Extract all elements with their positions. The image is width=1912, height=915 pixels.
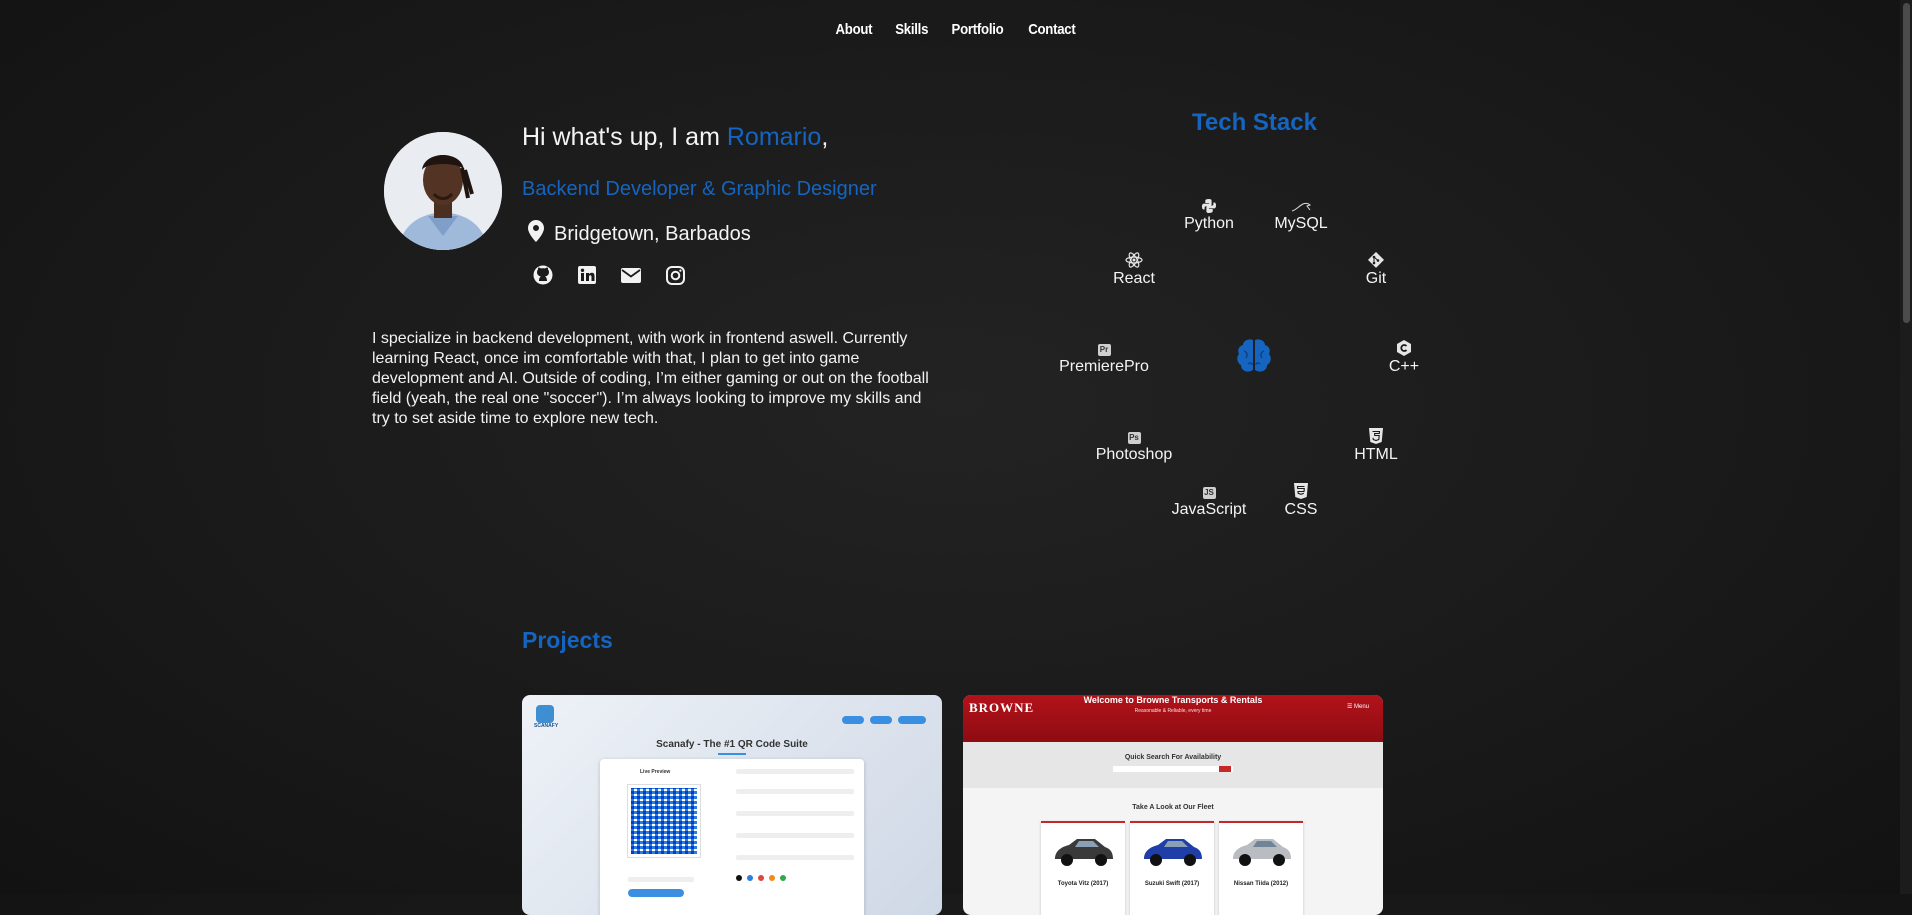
linkedin-icon[interactable] [575,263,599,287]
car-icon [1144,839,1202,866]
color-swatch [758,875,764,881]
location-pin-icon [528,220,544,248]
css-icon [1246,477,1356,499]
qr-code-icon [627,784,701,858]
form-field [736,855,854,860]
browne-search-button [1219,766,1231,772]
browne-fleet-title: Take A Look at Our Fleet [1132,804,1214,811]
github-icon[interactable] [531,263,555,287]
greeting-suffix: , [821,123,829,151]
tech-html: HTML [1321,422,1431,464]
nav-contact-link[interactable]: Contact [1028,21,1076,38]
tech-label: MySQL [1274,215,1328,232]
tech-photoshop: Ps Photoshop [1079,422,1189,464]
main-nav: About Skills Portfolio Contact [0,21,1912,38]
git-icon [1321,246,1431,268]
nav-about-link[interactable]: About [836,21,873,38]
car-card: Suzuki Swift (2017) [1130,821,1214,915]
form-field [736,833,854,838]
tech-stack-title: Tech Stack [1192,109,1317,136]
tech-label: C++ [1388,358,1420,375]
color-swatch [747,875,753,881]
social-links [531,263,687,287]
browne-header: BROWNE Welcome to Browne Transports & Re… [963,695,1383,742]
tech-react: React [1079,246,1189,288]
browne-title: Welcome to Browne Transports & Rentals [1083,695,1263,705]
color-swatch [736,875,742,881]
location: Bridgetown, Barbados [528,220,751,248]
car-card: Toyota Vitz (2017) [1041,821,1125,915]
form-field [736,811,854,816]
car-icon [1055,839,1113,866]
scanafy-heading-underline [718,753,746,755]
mysql-icon [1246,191,1356,213]
project-card-browne[interactable]: BROWNE Welcome to Browne Transports & Re… [963,695,1383,915]
color-swatch [769,875,775,881]
instagram-icon[interactable] [663,263,687,287]
nav-skills-link[interactable]: Skills [895,21,928,38]
cplusplus-icon [1349,334,1459,356]
tech-label: HTML [1354,446,1398,463]
tech-git: Git [1321,246,1431,288]
page-scrollbar[interactable] [1900,0,1912,894]
photoshop-icon: Ps [1127,432,1141,444]
email-icon[interactable] [619,263,643,287]
tech-cplusplus: C++ [1349,334,1459,376]
tech-label: Git [1365,270,1387,287]
tech-premierepro: Pr PremierePro [1049,334,1159,376]
nav-portfolio-link[interactable]: Portfolio [952,21,1004,38]
browne-menu: ☰ Menu [1346,704,1369,710]
tech-label: CSS [1284,501,1318,518]
car-card: Nissan Tiida (2012) [1219,821,1303,915]
scanafy-logo-text: SCANAFY [534,723,559,729]
html-icon [1321,422,1431,444]
role-subtitle: Backend Developer & Graphic Designer [522,178,877,200]
browne-search-form [1113,766,1233,772]
scanafy-panel-label: Live Preview [640,769,671,775]
form-field [736,769,854,774]
greeting-prefix: Hi what's up, I am [522,123,727,151]
bio-paragraph: I specialize in backend development, wit… [372,330,929,427]
form-field [628,877,694,882]
tech-mysql: MySQL [1246,191,1356,233]
scanafy-logo-icon [536,705,554,723]
scanafy-heading: Scanafy - The #1 QR Code Suite [656,739,808,750]
car-icon [1233,839,1291,866]
scanafy-nav-pill [842,716,864,724]
location-text: Bridgetown, Barbados [554,222,751,245]
car-name: Nissan Tiida (2012) [1233,881,1289,887]
greeting-heading: Hi what's up, I am Romario, [522,123,828,152]
project-card-scanafy[interactable]: SCANAFY Scanafy - The #1 QR Code Suite L… [522,695,942,915]
scanafy-download-button [628,889,684,897]
name-highlight: Romario [726,123,822,151]
car-name: Suzuki Swift (2017) [1144,881,1200,887]
scanafy-nav-pill [870,716,892,724]
browne-search-band [963,742,1383,788]
scrollbar-thumb[interactable] [1903,3,1910,323]
tech-label: React [1113,270,1155,287]
browne-quick-search-title: Quick Search For Availability [1124,754,1222,761]
react-icon [1079,246,1189,268]
scanafy-nav-pill [898,716,926,724]
tech-css: CSS [1246,477,1356,519]
brain-icon [1236,337,1272,380]
premierepro-icon: Pr [1049,334,1159,356]
projects-title: Projects [522,627,613,653]
tech-label: PremierePro [1059,358,1149,375]
profile-avatar [384,132,502,250]
tech-label: Photoshop [1095,446,1173,463]
car-name: Toyota Vitz (2017) [1057,881,1109,887]
scanafy-preview-panel: Live Preview [600,759,864,915]
form-field [736,789,854,794]
browne-subtitle: Reasonable & Reliable, every time [1134,708,1212,714]
color-swatch [780,875,786,881]
